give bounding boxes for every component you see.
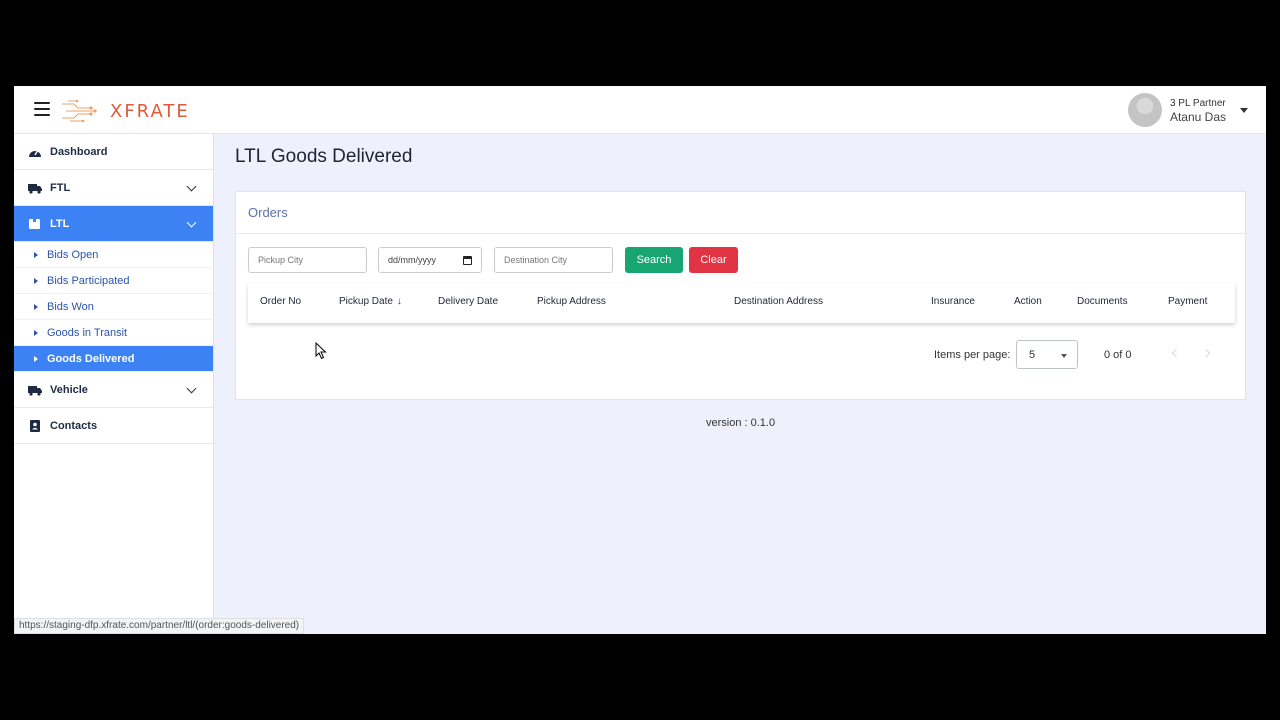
avatar: [1127, 93, 1162, 127]
destination-city-placeholder: Destination City: [504, 255, 568, 265]
sidebar-item-vehicle[interactable]: Vehicle: [14, 372, 213, 408]
column-label: Pickup Date: [339, 296, 393, 307]
logo[interactable]: XFRATE: [60, 98, 190, 124]
top-bar: XFRATE 3 PL Partner Atanu Das: [14, 86, 1266, 134]
filter-bar: Pickup City dd/mm/yyyy Destination City …: [248, 247, 738, 273]
chevron-down-icon: [186, 217, 197, 228]
user-info: 3 PL Partner Atanu Das: [1170, 97, 1226, 124]
table-header: Order No Pickup Date ↓ Delivery Date Pick…: [248, 283, 1235, 323]
page-range: 0 of 0: [1104, 349, 1132, 361]
user-menu[interactable]: 3 PL Partner Atanu Das: [1127, 92, 1248, 128]
caret-down-icon: [1061, 354, 1067, 358]
user-name: Atanu Das: [1169, 109, 1226, 124]
sidebar-subitem-bids-participated[interactable]: Bids Participated: [14, 268, 213, 294]
pickup-city-input[interactable]: Pickup City: [248, 247, 367, 273]
chevron-down-icon: [186, 181, 197, 192]
mouse-cursor-icon: [315, 342, 327, 360]
sidebar-item-contacts[interactable]: Contacts: [14, 408, 213, 444]
column-pickup-address[interactable]: Pickup Address: [537, 296, 606, 307]
status-bar-url: https://staging-dfp.xfrate.com/partner/l…: [14, 618, 305, 634]
sidebar-subitem-bids-open[interactable]: Bids Open: [14, 242, 213, 268]
sidebar-item-label: LTL: [50, 217, 70, 230]
subitem-label: Goods Delivered: [47, 352, 135, 365]
sidebar-item-label: Dashboard: [50, 145, 108, 158]
sidebar-subitem-goods-in-transit[interactable]: Goods in Transit: [14, 320, 213, 346]
sort-arrow-down-icon: ↓: [396, 296, 402, 307]
circuit-logo-icon: [62, 99, 97, 123]
contact-book-icon: [30, 419, 40, 432]
gauge-icon: [29, 149, 41, 157]
column-documents[interactable]: Documents: [1077, 296, 1128, 307]
paginator: Items per page: 5 0 of 0: [845, 340, 1245, 370]
app-screen: XFRATE 3 PL Partner Atanu Das Dashboard …: [14, 86, 1266, 634]
subitem-label: Bids Won: [47, 300, 94, 313]
column-pickup-date[interactable]: Pickup Date ↓: [339, 296, 402, 307]
truck-icon: [28, 385, 42, 396]
orders-card: Orders Pickup City dd/mm/yyyy Destinatio…: [235, 191, 1246, 400]
subitem-label: Bids Open: [47, 248, 99, 261]
column-order-no[interactable]: Order No: [260, 296, 301, 307]
search-button[interactable]: Search: [625, 247, 683, 273]
pickup-city-placeholder: Pickup City: [258, 255, 304, 265]
calendar-icon[interactable]: [463, 255, 472, 265]
caret-right-icon: [34, 277, 38, 284]
column-destination-address[interactable]: Destination Address: [734, 296, 823, 307]
sidebar-item-label: FTL: [50, 181, 71, 194]
sidebar-item-ltl[interactable]: LTL: [14, 206, 213, 242]
column-delivery-date[interactable]: Delivery Date: [438, 296, 498, 307]
caret-right-icon: [34, 355, 38, 362]
truck-icon: [28, 183, 42, 194]
logo-text: XFRATE: [110, 100, 190, 122]
card-title: Orders: [236, 192, 1245, 234]
previous-page-icon[interactable]: [1171, 348, 1181, 358]
pickup-date-input[interactable]: dd/mm/yyyy: [378, 247, 482, 273]
sidebar-item-label: Contacts: [50, 419, 98, 432]
next-page-icon[interactable]: [1201, 348, 1211, 358]
caret-down-icon[interactable]: [1240, 107, 1248, 113]
user-role: 3 PL Partner: [1169, 97, 1226, 109]
caret-right-icon: [34, 329, 38, 336]
page-title: LTL Goods Delivered: [235, 146, 413, 167]
sidebar-subitem-bids-won[interactable]: Bids Won: [14, 294, 213, 320]
version-label: version : 0.1.0: [706, 417, 776, 429]
hamburger-menu-icon[interactable]: [34, 102, 50, 116]
caret-right-icon: [34, 303, 38, 310]
destination-city-input[interactable]: Destination City: [494, 247, 613, 273]
subitem-label: Bids Participated: [47, 274, 130, 287]
sidebar-subitem-goods-delivered[interactable]: Goods Delivered: [14, 346, 213, 372]
caret-right-icon: [34, 251, 38, 258]
column-action[interactable]: Action: [1014, 296, 1042, 307]
sidebar: Dashboard FTL LTL Bids Open Bids Partici…: [14, 134, 214, 634]
subitem-label: Goods in Transit: [47, 326, 128, 339]
page-size-select[interactable]: 5: [1016, 340, 1078, 369]
chevron-down-icon: [186, 383, 197, 394]
box-icon: [29, 218, 40, 229]
items-per-page-label: Items per page:: [934, 349, 1011, 361]
sidebar-item-ftl[interactable]: FTL: [14, 170, 213, 206]
page-size-value: 5: [1029, 349, 1036, 361]
column-insurance[interactable]: Insurance: [931, 296, 975, 307]
column-payment[interactable]: Payment: [1168, 296, 1207, 307]
date-placeholder: dd/mm/yyyy: [388, 255, 437, 265]
sidebar-item-label: Vehicle: [50, 383, 88, 396]
clear-button[interactable]: Clear: [689, 247, 738, 273]
sidebar-item-dashboard[interactable]: Dashboard: [14, 134, 213, 170]
